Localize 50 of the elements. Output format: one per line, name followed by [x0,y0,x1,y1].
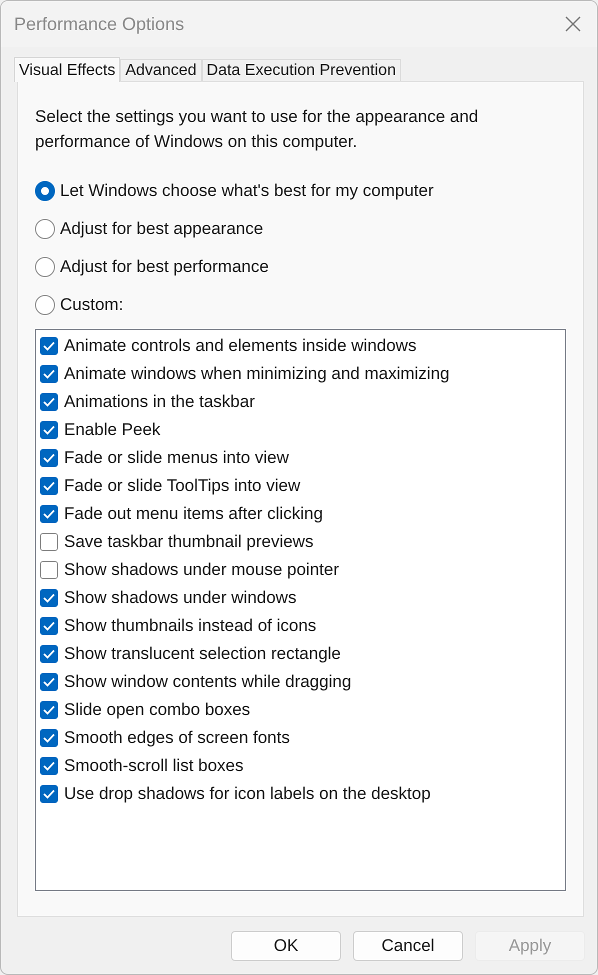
checkbox-label: Enable Peek [64,420,160,440]
checkbox-label: Show shadows under mouse pointer [64,560,339,580]
checkbox[interactable] [40,477,58,495]
tab[interactable]: Advanced [120,59,202,81]
radio-button[interactable] [35,295,55,315]
checkbox-label: Show shadows under windows [64,588,296,608]
checkbox[interactable] [40,729,58,747]
checkbox[interactable] [40,421,58,439]
dialog-button[interactable]: OK [231,931,341,961]
checkbox[interactable] [40,785,58,803]
checkbox[interactable] [40,337,58,355]
checkbox-label: Fade out menu items after clicking [64,504,323,524]
dialog-button[interactable]: Cancel [353,931,463,961]
tab[interactable]: Data Execution Prevention [202,59,401,81]
checkbox-label: Animations in the taskbar [64,392,255,412]
description-text: Select the settings you want to use for the appearance and performance of Windows on this computer. [35,106,480,153]
checkbox[interactable] [40,365,58,383]
checkbox[interactable] [40,673,58,691]
checkbox[interactable] [40,589,58,607]
close-button[interactable] [563,14,583,34]
checkbox-label: Smooth edges of screen fonts [64,728,290,748]
checkbox[interactable] [40,701,58,719]
radio-label: Adjust for best appearance [60,219,264,239]
radio-label: Let Windows choose what's best for my computer [60,181,434,201]
checkbox[interactable] [40,533,58,551]
checkbox-label: Animate controls and elements inside windows [64,336,416,356]
checkbox-label: Animate windows when minimizing and maximizing [64,364,450,384]
radio-button[interactable] [35,181,55,201]
checkbox-label: Slide open combo boxes [64,700,250,720]
checkbox[interactable] [40,449,58,467]
checkbox[interactable] [40,645,58,663]
tab[interactable]: Visual Effects [14,57,120,82]
radio-label: Custom: [60,295,124,315]
checkbox[interactable] [40,505,58,523]
checkbox[interactable] [40,617,58,635]
checkbox-label: Fade or slide menus into view [64,448,289,468]
checkbox-label: Show thumbnails instead of icons [64,616,316,636]
checkbox-label: Smooth-scroll list boxes [64,756,244,776]
checkbox[interactable] [40,393,58,411]
window-title: Performance Options [14,14,184,34]
checkbox-label: Show translucent selection rectangle [64,644,341,664]
checkbox-label: Save taskbar thumbnail previews [64,532,314,552]
radio-label: Adjust for best performance [60,257,269,277]
checkbox[interactable] [40,561,58,579]
checkbox[interactable] [40,757,58,775]
radio-button[interactable] [35,257,55,277]
radio-button[interactable] [35,219,55,239]
checkbox-label: Use drop shadows for icon labels on the desktop [64,784,431,804]
checkbox-label: Fade or slide ToolTips into view [64,476,300,496]
checkbox-label: Show window contents while dragging [64,672,352,692]
